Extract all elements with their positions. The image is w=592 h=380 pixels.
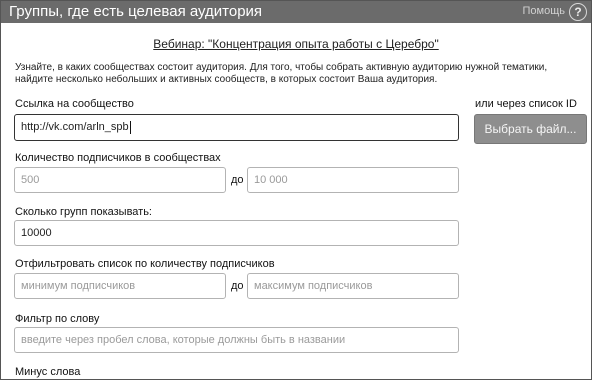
word-filter-label: Фильтр по слову: [15, 313, 100, 325]
description-text: Узнайте, в каких сообществах состоит ауд…: [15, 62, 548, 85]
help-link[interactable]: Помощь: [523, 5, 566, 17]
page-title: Группы, где есть целевая аудитория: [9, 3, 263, 20]
filter-range-separator: до: [231, 280, 244, 292]
subscribers-count-label: Количество подписчиков в сообществах: [15, 152, 221, 164]
choose-file-button[interactable]: Выбрать файл...: [474, 114, 587, 144]
app-window: Группы, где есть целевая аудитория Помощ…: [0, 0, 592, 380]
minus-words-label: Минус слова: [15, 366, 81, 378]
filter-max-input[interactable]: максимум подписчиков: [247, 273, 459, 299]
webinar-link[interactable]: Вебинар: "Концентрация опыта работы с Це…: [1, 37, 591, 51]
groups-count-label: Сколько групп показывать:: [15, 206, 152, 218]
id-list-label: или через список ID: [475, 98, 577, 110]
subscribers-range-separator: до: [231, 174, 244, 186]
filter-subscribers-label: Отфильтровать список по количеству подпи…: [15, 258, 275, 270]
title-bar: Группы, где есть целевая аудитория Помощ…: [1, 1, 591, 23]
subscribers-to-input[interactable]: 10 000: [247, 167, 459, 193]
groups-count-input[interactable]: 10000: [14, 220, 459, 246]
text-caret: [129, 120, 131, 134]
filter-min-input[interactable]: минимум подписчиков: [14, 273, 226, 299]
word-filter-input[interactable]: введите через пробел слова, которые долж…: [14, 327, 459, 353]
subscribers-from-input[interactable]: 500: [14, 167, 226, 193]
help-icon[interactable]: ?: [569, 3, 587, 21]
community-link-label: Ссылка на сообщество: [15, 98, 134, 110]
community-link-value: http://vk.com/arln_spb: [21, 121, 129, 133]
community-link-input[interactable]: http://vk.com/arln_spb: [14, 114, 459, 141]
